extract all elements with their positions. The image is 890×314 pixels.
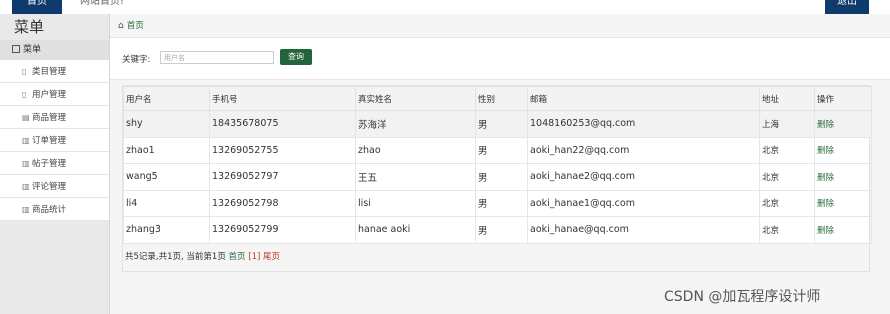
- cell-email: aoki_hanae1@qq.com: [527, 189, 760, 217]
- file-icon: ▯: [22, 67, 27, 76]
- pagination-summary: 共5记录,共1页, 当前第1页: [125, 251, 226, 262]
- cell-realname: 王五: [355, 163, 476, 191]
- cell-realname: lisi: [355, 189, 476, 217]
- search-input[interactable]: [160, 51, 274, 64]
- cell-gender: 男: [475, 110, 528, 138]
- table-row: wang5 13269052797 王五 男 aoki_hanae2@qq.co…: [123, 163, 872, 191]
- cell-realname: hanae aoki: [355, 216, 476, 244]
- pagination-current-page[interactable]: [1]: [248, 252, 260, 262]
- menu-header-label: 菜单: [23, 45, 42, 55]
- cell-action: 删除: [814, 189, 872, 217]
- list-icon: ▤: [22, 113, 30, 122]
- home-button[interactable]: 首页: [12, 0, 62, 14]
- cell-action: 删除: [814, 136, 872, 164]
- cell-email: aoki_hanae@qq.com: [527, 216, 760, 244]
- cell-gender: 男: [475, 216, 528, 244]
- pagination: 共5记录,共1页, 当前第1页 首页 [1] 尾页: [123, 243, 869, 271]
- delete-link[interactable]: 删除: [817, 199, 834, 209]
- column-header-address: 地址: [759, 86, 815, 111]
- search-label: 关键字:: [122, 55, 151, 65]
- cell-phone: 13269052799: [209, 216, 356, 244]
- search-button[interactable]: 查询: [280, 49, 312, 65]
- sidebar-item-label: 评论管理: [32, 182, 67, 192]
- cell-action: 删除: [814, 216, 872, 244]
- cell-username: wang5: [123, 163, 210, 191]
- cell-username: zhao1: [123, 136, 210, 164]
- cell-username: zhang3: [123, 216, 210, 244]
- file-icon: ▯: [22, 90, 27, 99]
- sidebar-item-label: 类目管理: [32, 67, 67, 77]
- column-header-action: 操作: [814, 86, 872, 111]
- menu-icon: [12, 45, 20, 53]
- cell-address: 北京: [759, 163, 815, 191]
- breadcrumb: ⌂ 首页: [110, 14, 890, 38]
- cell-username: shy: [123, 110, 210, 138]
- cell-gender: 男: [475, 163, 528, 191]
- user-table: 用户名 手机号 真实姓名 性别 邮箱 地址 操作 shy 18435678075…: [122, 85, 872, 272]
- cell-phone: 13269052797: [209, 163, 356, 191]
- cell-address: 北京: [759, 136, 815, 164]
- column-header-username: 用户名: [123, 86, 210, 111]
- sidebar-item-users[interactable]: ▯ 用户管理: [0, 83, 109, 106]
- sidebar-item-label: 商品管理: [32, 113, 67, 123]
- book-icon: ▥: [22, 182, 30, 191]
- sidebar-item-stats[interactable]: ▥ 商品统计: [0, 198, 109, 221]
- sidebar-item-label: 订单管理: [32, 136, 67, 146]
- table-row: zhao1 13269052755 zhao 男 aoki_han22@qq.c…: [123, 136, 872, 164]
- search-bar: 关键字: 查询: [110, 38, 890, 80]
- cell-email: aoki_han22@qq.com: [527, 136, 760, 164]
- sidebar-item-label: 商品统计: [32, 205, 67, 215]
- sidebar-item-category[interactable]: ▯ 类目管理: [0, 60, 109, 83]
- table-row: zhang3 13269052799 hanae aoki 男 aoki_han…: [123, 216, 872, 244]
- breadcrumb-home-link[interactable]: 首页: [127, 21, 144, 31]
- cell-action: 删除: [814, 110, 872, 138]
- sidebar: 菜单 菜单 ▯ 类目管理 ▯ 用户管理 ▤ 商品管理 ▥ 订单管理 ▥ 帖子管理 ▥ 评论管…: [0, 14, 110, 314]
- column-header-phone: 手机号: [209, 86, 356, 111]
- table-header-row: 用户名 手机号 真实姓名 性别 邮箱 地址 操作: [123, 86, 872, 111]
- table-row: li4 13269052798 lisi 男 aoki_hanae1@qq.co…: [123, 189, 872, 217]
- cell-address: 上海: [759, 110, 815, 138]
- cell-username: li4: [123, 189, 210, 217]
- cell-realname: zhao: [355, 136, 476, 164]
- cell-phone: 13269052798: [209, 189, 356, 217]
- cell-realname: 苏海洋: [355, 110, 476, 138]
- column-header-email: 邮箱: [527, 86, 760, 111]
- sidebar-item-orders[interactable]: ▥ 订单管理: [0, 129, 109, 152]
- sidebar-item-comments[interactable]: ▥ 评论管理: [0, 175, 109, 198]
- column-header-realname: 真实姓名: [355, 86, 476, 111]
- cell-email: 1048160253@qq.com: [527, 110, 760, 138]
- cell-phone: 13269052755: [209, 136, 356, 164]
- cell-email: aoki_hanae2@qq.com: [527, 163, 760, 191]
- cell-action: 删除: [814, 163, 872, 191]
- cell-gender: 男: [475, 189, 528, 217]
- sidebar-item-label: 帖子管理: [32, 159, 67, 169]
- book-icon: ▥: [22, 136, 30, 145]
- logout-button[interactable]: 退出: [825, 0, 869, 14]
- site-home-link[interactable]: 网站首页!: [80, 0, 124, 14]
- sidebar-title: 菜单: [14, 18, 45, 36]
- delete-link[interactable]: 删除: [817, 226, 834, 236]
- home-icon: ⌂: [118, 21, 124, 31]
- delete-link[interactable]: 删除: [817, 120, 834, 130]
- column-header-gender: 性别: [475, 86, 528, 111]
- top-bar: 首页 网站首页! 退出: [0, 0, 890, 14]
- cell-gender: 男: [475, 136, 528, 164]
- pagination-first-link[interactable]: 首页: [229, 252, 246, 262]
- sidebar-item-posts[interactable]: ▥ 帖子管理: [0, 152, 109, 175]
- sidebar-item-products[interactable]: ▤ 商品管理: [0, 106, 109, 129]
- book-icon: ▥: [22, 159, 30, 168]
- cell-address: 北京: [759, 216, 815, 244]
- delete-link[interactable]: 删除: [817, 173, 834, 183]
- menu-header[interactable]: 菜单: [0, 40, 109, 60]
- table-row: shy 18435678075 苏海洋 男 1048160253@qq.com …: [123, 110, 872, 138]
- cell-address: 北京: [759, 189, 815, 217]
- main-content: ⌂首页 关键字: 查询 用户名 手机号 真实姓名 性别 邮箱 地址 操作: [110, 14, 890, 314]
- delete-link[interactable]: 删除: [817, 146, 834, 156]
- sidebar-item-label: 用户管理: [32, 90, 67, 100]
- book-icon: ▥: [22, 205, 30, 214]
- watermark: CSDN @加瓦程序设计师: [664, 289, 821, 305]
- pagination-last-link[interactable]: 尾页: [263, 252, 280, 262]
- cell-phone: 18435678075: [209, 110, 356, 138]
